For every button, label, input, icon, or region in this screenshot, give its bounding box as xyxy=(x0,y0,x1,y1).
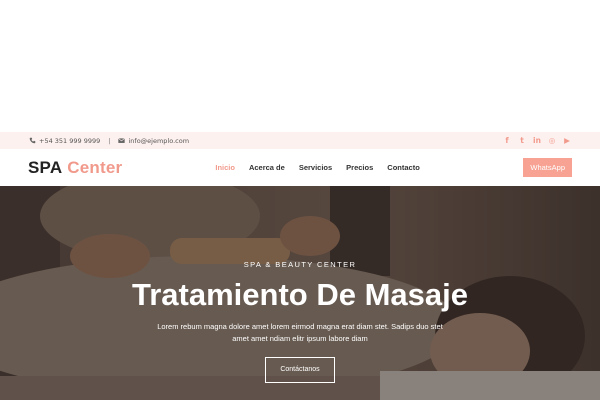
twitter-icon[interactable]: t xyxy=(518,136,526,145)
youtube-icon[interactable]: ▶ xyxy=(563,136,571,145)
email-contact[interactable]: info@ejemplo.com xyxy=(118,137,189,145)
nav-item-inicio[interactable]: Inicio xyxy=(215,163,235,172)
phone-contact[interactable]: +54 351 999 9999 xyxy=(29,137,100,145)
envelope-icon xyxy=(118,138,126,143)
logo-text-spa: SPA xyxy=(28,157,63,177)
site-logo[interactable]: SPA Center xyxy=(28,158,122,178)
hero-title: Tratamiento De Masaje xyxy=(132,277,468,312)
facebook-icon[interactable]: f xyxy=(503,136,511,145)
page: +54 351 999 9999 | info@ejemplo.com f t … xyxy=(0,0,600,400)
nav-menu: Inicio Acerca de Servicios Precios Conta… xyxy=(215,163,419,172)
hero-banner: SPA & BEAUTY CENTER Tratamiento De Masaj… xyxy=(0,186,600,400)
hero-content: SPA & BEAUTY CENTER Tratamiento De Masaj… xyxy=(0,186,600,400)
phone-number: +54 351 999 9999 xyxy=(39,136,101,145)
instagram-icon[interactable]: ◎ xyxy=(548,136,556,145)
hero-kicker: SPA & BEAUTY CENTER xyxy=(243,260,357,269)
social-links: f t in ◎ ▶ xyxy=(503,136,571,145)
contact-us-button[interactable]: Contáctanos xyxy=(265,357,335,383)
nav-item-contacto[interactable]: Contacto xyxy=(387,163,420,172)
main-navbar: SPA Center Inicio Acerca de Servicios Pre… xyxy=(0,149,600,186)
nav-item-acerca-de[interactable]: Acerca de xyxy=(249,163,285,172)
nav-item-precios[interactable]: Precios xyxy=(346,163,373,172)
blank-area xyxy=(0,0,600,132)
contact-separator: | xyxy=(108,136,111,145)
linkedin-icon[interactable]: in xyxy=(533,136,541,145)
top-contact-bar: +54 351 999 9999 | info@ejemplo.com f t … xyxy=(0,132,600,149)
logo-text-center: Center xyxy=(67,157,123,177)
email-address: info@ejemplo.com xyxy=(128,136,190,145)
nav-item-servicios[interactable]: Servicios xyxy=(299,163,332,172)
phone-icon xyxy=(29,137,36,144)
whatsapp-button[interactable]: WhatsApp xyxy=(523,158,572,177)
hero-description: Lorem rebum magna dolore amet lorem eirm… xyxy=(157,322,443,343)
